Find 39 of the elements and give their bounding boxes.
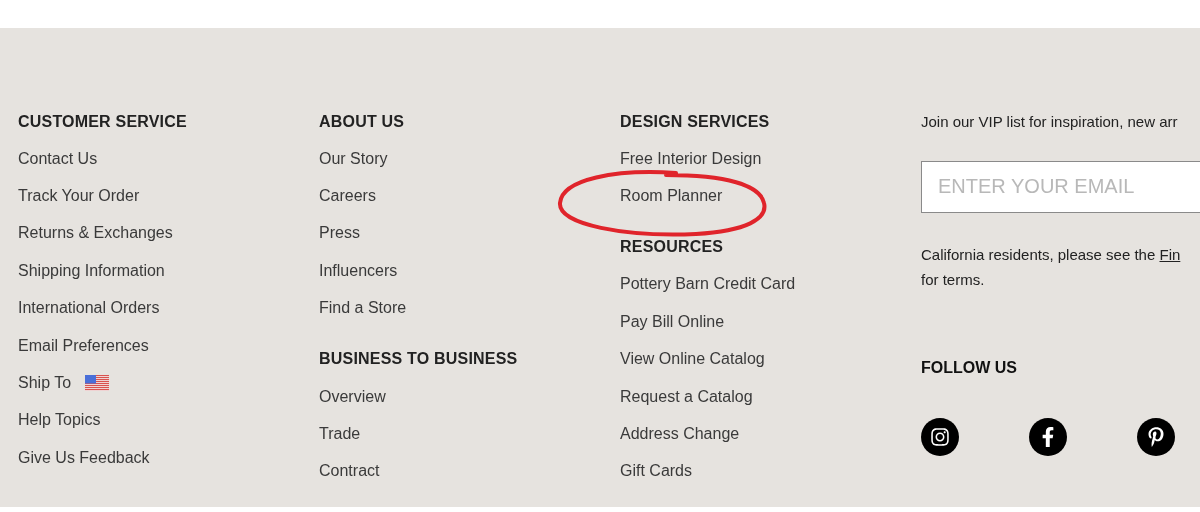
- footer-link[interactable]: Careers: [319, 184, 376, 209]
- footer-link[interactable]: Email Preferences: [18, 333, 149, 358]
- flag-icon: [85, 375, 110, 392]
- footer-link[interactable]: Our Story: [319, 146, 388, 171]
- footer-link[interactable]: Ship To: [18, 371, 72, 396]
- footer-link[interactable]: Find a Store: [319, 296, 407, 321]
- footer-link[interactable]: Contract: [319, 459, 380, 484]
- section-heading: ABOUT US: [319, 111, 405, 132]
- email-field[interactable]: ENTER YOUR EMAIL: [921, 160, 1200, 213]
- footer-link[interactable]: Pottery Barn Credit Card: [620, 272, 796, 297]
- terms-link[interactable]: Fin: [1159, 245, 1181, 263]
- section-heading: BUSINESS TO BUSINESS: [319, 349, 518, 370]
- section-heading: RESOURCES: [620, 237, 724, 258]
- footer-link[interactable]: Influencers: [319, 258, 398, 283]
- footer-link[interactable]: Help Topics: [18, 408, 101, 433]
- section-heading: DESIGN SERVICES: [620, 111, 770, 132]
- footer-link[interactable]: Request a Catalog: [620, 384, 753, 409]
- footer-link[interactable]: Trade: [319, 422, 361, 447]
- footer-link[interactable]: Give Us Feedback: [18, 445, 150, 470]
- footer-link[interactable]: Shipping Information: [18, 258, 165, 283]
- footer-link[interactable]: International Orders: [18, 296, 160, 321]
- footer-link[interactable]: Press: [319, 221, 360, 246]
- footer-link[interactable]: Returns & Exchanges: [18, 221, 173, 246]
- legal-text: California residents, please see the Fin for terms.: [921, 244, 1182, 290]
- footer-link[interactable]: Overview: [319, 384, 386, 409]
- footer-link[interactable]: Gift Cards: [620, 459, 692, 484]
- footer-link[interactable]: Room Planner: [620, 184, 723, 209]
- section-heading: CUSTOMER SERVICE: [18, 111, 187, 132]
- facebook-icon[interactable]: [1029, 417, 1067, 456]
- footer-link[interactable]: Free Interior Design: [620, 146, 762, 171]
- follow-heading: FOLLOW US: [921, 357, 1018, 378]
- newsletter-intro: Join our VIP list for inspiration, new arr: [921, 112, 1179, 132]
- footer-link[interactable]: View Online Catalog: [620, 347, 765, 372]
- footer-link[interactable]: Pay Bill Online: [620, 309, 725, 334]
- footer-link[interactable]: Address Change: [620, 422, 740, 447]
- footer-link[interactable]: Contact Us: [18, 146, 98, 171]
- instagram-icon[interactable]: [921, 417, 959, 456]
- footer-link[interactable]: Track Your Order: [18, 184, 140, 209]
- pinterest-icon[interactable]: [1137, 417, 1175, 456]
